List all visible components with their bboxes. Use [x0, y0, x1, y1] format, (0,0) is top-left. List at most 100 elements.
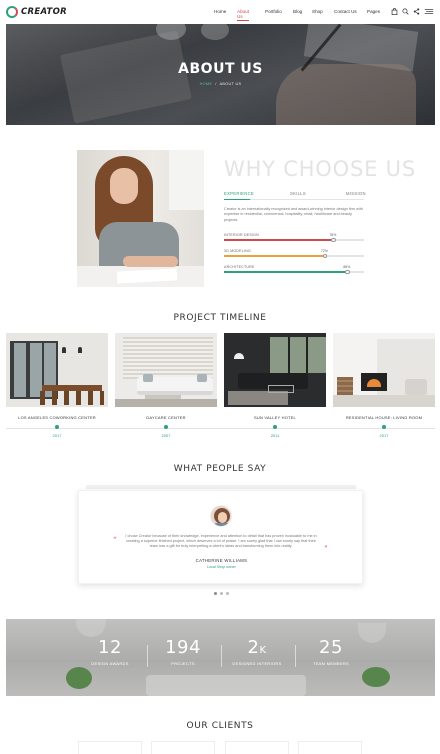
- skill-fill: [224, 239, 334, 241]
- stat-label: DESIGNED INTERIORS: [232, 661, 282, 666]
- quote-close-icon: ”: [324, 545, 328, 553]
- project-year: 2017: [379, 433, 389, 438]
- photo-arm: [123, 256, 178, 267]
- nav-shop[interactable]: Shop: [312, 9, 323, 14]
- breadcrumb-home[interactable]: HOME: [200, 82, 213, 86]
- photo-window: [169, 150, 204, 210]
- nav-portfolio[interactable]: Portfolio: [265, 9, 282, 14]
- project-year: 2007: [161, 433, 171, 438]
- page-hero: ABOUT US HOME / ABOUT US: [6, 24, 435, 125]
- skill-label: INTERIOR DESIGN: [224, 233, 259, 237]
- skill-knob: [331, 237, 336, 242]
- image-chairs: [40, 391, 104, 405]
- timeline-dot: [164, 425, 168, 429]
- tab-mission[interactable]: MISSION: [346, 191, 366, 196]
- skill-bar-interior-design: INTERIOR DESIGN 78%: [224, 233, 364, 242]
- skill-track: [224, 237, 364, 242]
- stat-number: 194: [165, 637, 201, 658]
- skill-percent: 72%: [320, 249, 328, 253]
- skill-knob: [345, 269, 350, 274]
- stat-number: 12: [98, 637, 122, 658]
- stat-designed-interiors: 2K DESIGNED INTERIORS: [222, 637, 292, 666]
- logo[interactable]: CREATOR: [6, 6, 67, 18]
- breadcrumb-current: ABOUT US: [219, 82, 242, 86]
- carousel-dot[interactable]: [226, 592, 229, 595]
- project-name[interactable]: LOS ANGELES COWORKING CENTER: [6, 415, 108, 420]
- project-name[interactable]: RESIDENTIAL HOUSE: LIVING ROOM: [333, 415, 435, 420]
- testimonial-author: CATHERINE WILLIAMS: [195, 558, 248, 563]
- carousel-dots: [214, 592, 229, 595]
- client-logo[interactable]: [298, 741, 362, 754]
- stat-team-members: 25 TEAM MEMBERS: [296, 637, 366, 666]
- why-description: Creator is an internationally recognized…: [224, 207, 363, 222]
- stat-label: DESIGN AWARDS: [91, 661, 129, 666]
- stat-design-awards: 12 DESIGN AWARDS: [75, 637, 145, 666]
- skill-fill: [224, 271, 348, 273]
- team-member-photo: [77, 150, 204, 287]
- image-floor: [115, 399, 217, 407]
- project-timeline-title: PROJECT TIMELINE: [173, 313, 267, 323]
- image-blinds: [123, 337, 213, 379]
- image-chair: [405, 379, 427, 395]
- image-flame: [367, 379, 381, 387]
- breadcrumb: HOME / ABOUT US: [6, 82, 435, 86]
- carousel-dot[interactable]: [214, 592, 217, 595]
- image-floor: [333, 395, 435, 407]
- nav-home[interactable]: Home: [214, 9, 226, 14]
- project-image-living-room[interactable]: [333, 333, 435, 407]
- avatar-face: [218, 512, 227, 523]
- photo-face: [110, 168, 138, 204]
- skill-track: [224, 253, 364, 258]
- hero-background-cup: [201, 24, 229, 40]
- bag-icon[interactable]: [391, 8, 398, 15]
- stat-number: 2K: [247, 637, 267, 658]
- nav-contact-us[interactable]: Contact Us: [334, 9, 357, 14]
- project-name[interactable]: SUN VALLEY HOTEL: [224, 415, 326, 420]
- menu-icon[interactable]: [424, 8, 434, 15]
- stat-label: TEAM MEMBERS: [312, 661, 350, 666]
- image-window: [270, 337, 326, 373]
- quote-open-icon: “: [113, 536, 117, 544]
- skill-label: 3D MODELING: [224, 249, 251, 253]
- tab-experience[interactable]: EXPERIENCE: [224, 191, 254, 200]
- testimonials-title: WHAT PEOPLE SAY: [173, 464, 267, 474]
- project-image-hotel[interactable]: [224, 333, 326, 407]
- nav-about-us[interactable]: About Us: [237, 9, 250, 21]
- breadcrumb-separator: /: [215, 82, 217, 86]
- page-title: ABOUT US: [178, 61, 263, 77]
- nav-pages[interactable]: Pages: [367, 9, 380, 14]
- tab-skills[interactable]: SKILLS: [290, 191, 306, 196]
- skill-percent: 78%: [329, 233, 337, 237]
- testimonial-card: “ I chose Creator because of their knowl…: [78, 490, 363, 584]
- timeline-dot: [273, 425, 277, 429]
- skill-bar-3d-modeling: 3D MODELING 72%: [224, 249, 364, 258]
- image-cushion: [143, 374, 153, 382]
- clients-title: OUR CLIENTS: [186, 721, 254, 731]
- hero-background-laptop: [60, 30, 192, 124]
- timeline-dot: [382, 425, 386, 429]
- timeline-dot: [55, 425, 59, 429]
- image-mullion: [306, 337, 308, 373]
- why-choose-title: WHY CHOOSE US: [224, 157, 416, 181]
- project-year: 2017: [52, 433, 62, 438]
- image-coffee-table: [268, 385, 294, 393]
- image-rug: [228, 391, 288, 405]
- project-name[interactable]: DAYCARE CENTER: [115, 415, 217, 420]
- client-logo[interactable]: [78, 741, 142, 754]
- image-lamp: [62, 347, 66, 353]
- testimonial-card-stack: [86, 485, 356, 489]
- share-icon[interactable]: [413, 8, 420, 15]
- client-logo[interactable]: [225, 741, 289, 754]
- nav-blog[interactable]: Blog: [293, 9, 302, 14]
- search-icon[interactable]: [402, 8, 409, 15]
- image-cushion: [197, 374, 207, 382]
- client-logo[interactable]: [151, 741, 215, 754]
- stat-label: PROJECTS: [171, 661, 195, 666]
- skill-fill: [224, 255, 325, 257]
- logo-mark-icon: [6, 6, 18, 18]
- stats-banner: 12 DESIGN AWARDS 194 PROJECTS 2K DESIGNE…: [6, 619, 435, 696]
- project-image-daycare[interactable]: [115, 333, 217, 407]
- carousel-dot[interactable]: [220, 592, 223, 595]
- project-year: 2011: [270, 433, 280, 438]
- project-image-coworking[interactable]: [6, 333, 108, 407]
